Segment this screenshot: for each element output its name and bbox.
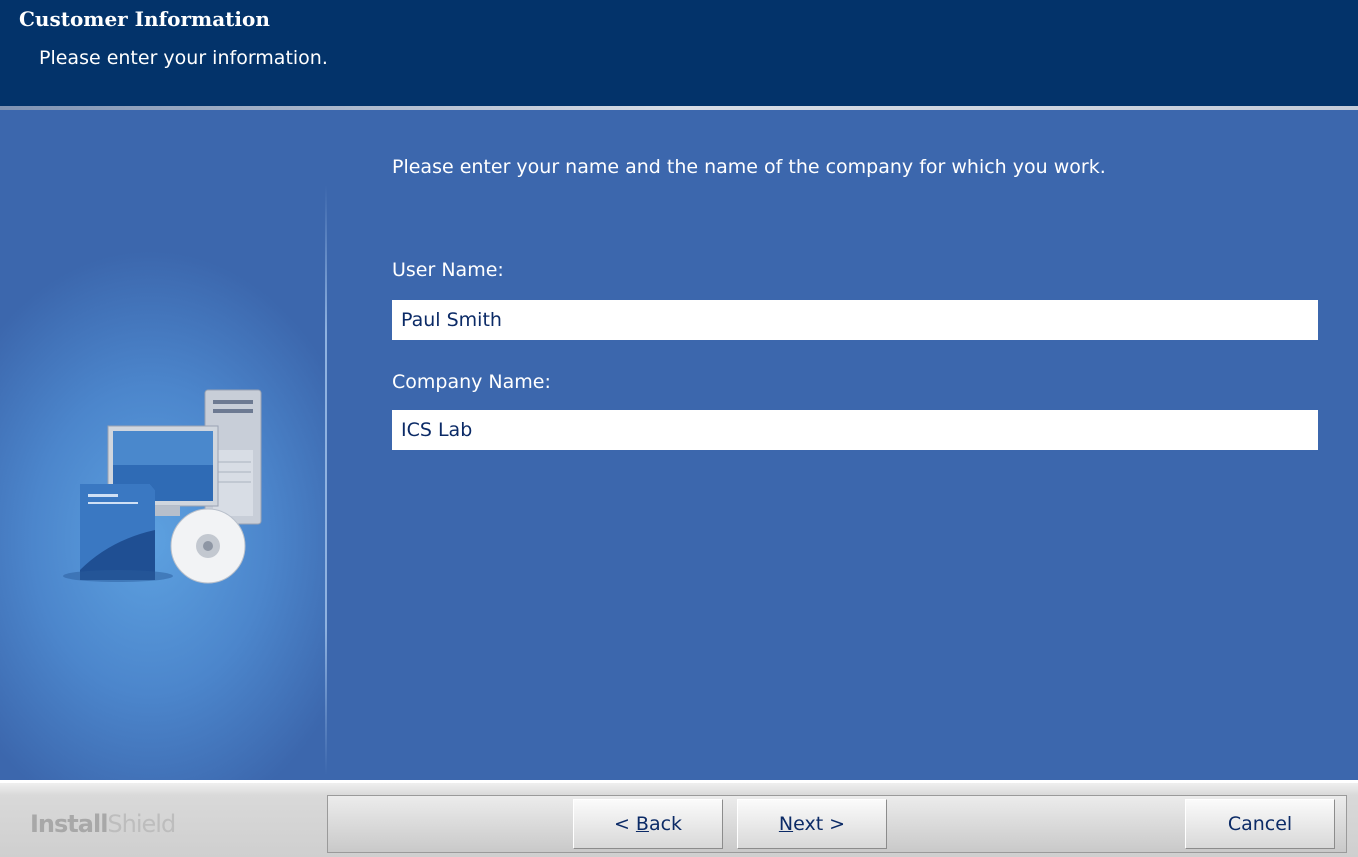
company-name-input[interactable]	[392, 410, 1318, 450]
computer-setup-icon	[63, 389, 262, 584]
header: Customer Information Please enter your i…	[0, 0, 1358, 106]
instruction-text: Please enter your name and the name of t…	[392, 156, 1106, 178]
left-graphic-panel	[0, 110, 326, 780]
next-button[interactable]: Next >	[737, 799, 887, 849]
page-subtitle: Please enter your information.	[39, 47, 328, 69]
back-button-accel: B	[635, 813, 649, 835]
user-name-label: User Name:	[392, 259, 504, 281]
panel-divider	[325, 185, 327, 775]
cancel-button-label: Cancel	[1227, 813, 1293, 835]
company-name-label: Company Name:	[392, 371, 551, 393]
cancel-button[interactable]: Cancel	[1185, 799, 1335, 849]
logo-text-shield: Shield	[107, 810, 176, 838]
next-button-rest: ext >	[793, 813, 846, 835]
next-button-accel: N	[778, 813, 794, 835]
footer-divider	[0, 780, 1358, 783]
installshield-logo: InstallShield	[30, 810, 176, 838]
user-name-input[interactable]	[392, 300, 1318, 340]
back-button[interactable]: < Back	[573, 799, 723, 849]
page-title: Customer Information	[19, 7, 270, 31]
back-button-prefix: <	[613, 813, 636, 835]
logo-text-install: Install	[30, 810, 108, 838]
back-button-rest: ack	[648, 813, 683, 835]
